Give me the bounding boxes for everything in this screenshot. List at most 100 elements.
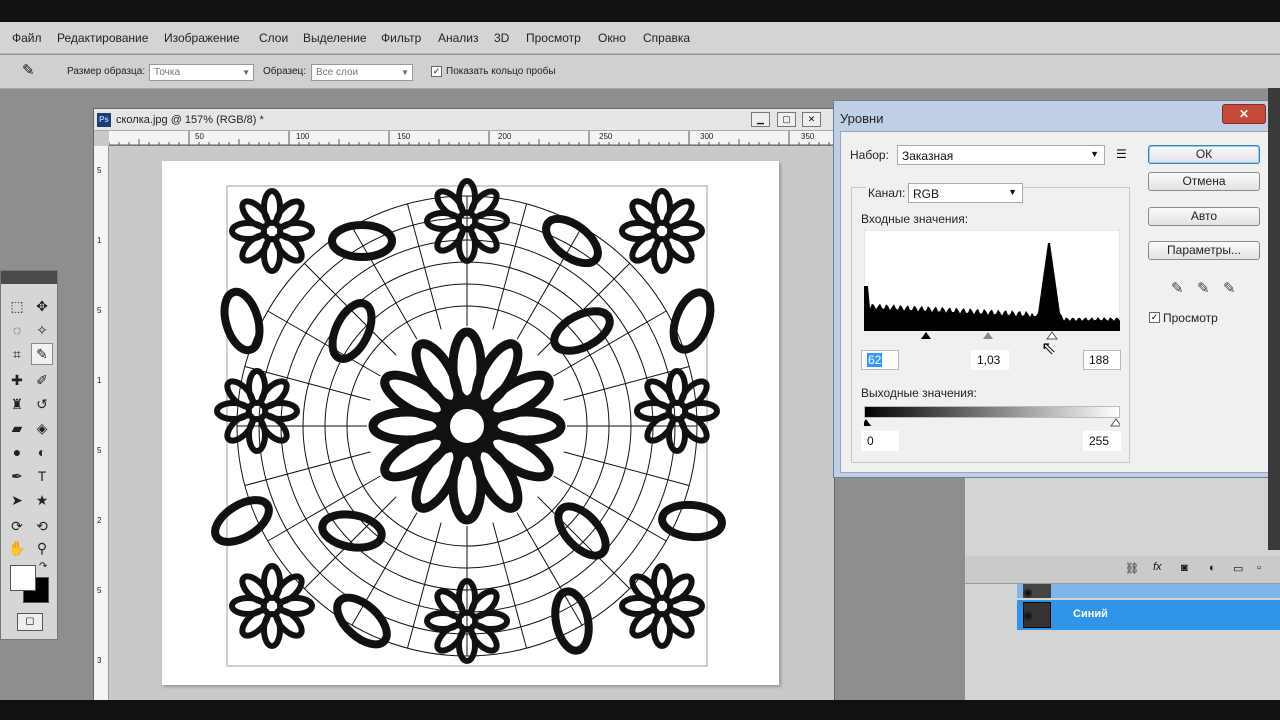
healing-brush-icon[interactable]: ✚	[6, 369, 28, 391]
input-white-field[interactable]: 188	[1083, 350, 1121, 370]
preset-label: Набор:	[850, 148, 889, 162]
layer-mask-icon[interactable]: ◙	[1181, 562, 1188, 574]
white-eyedropper-icon[interactable]: ✎	[1223, 279, 1236, 297]
black-eyedropper-icon[interactable]: ✎	[1171, 279, 1184, 297]
menu-select[interactable]: Выделение	[303, 31, 367, 45]
brush-tool-icon[interactable]: ✐	[31, 369, 53, 391]
output-white-value: 255	[1089, 434, 1110, 448]
layers-toolbar: ⛓ fx ◙ ◐ ▭ ▫	[965, 556, 1280, 584]
layer-row-partial[interactable]	[1017, 584, 1280, 598]
menu-layers[interactable]: Слои	[259, 31, 288, 45]
dialog-body: Набор: Заказная ▼ ☰ Канал: RGB ▼ Входные…	[840, 131, 1275, 473]
ruler-v-label: 5	[97, 166, 102, 175]
bucket-tool-icon[interactable]: ◈	[31, 417, 53, 439]
toolbox-header[interactable]	[1, 271, 57, 284]
eyedropper-icon[interactable]: ✎	[22, 61, 35, 79]
sample-select[interactable]: Все слои ▼	[311, 64, 413, 81]
menu-image[interactable]: Изображение	[164, 31, 240, 45]
close-button[interactable]: ✕	[1222, 104, 1266, 124]
adjustment-layer-icon[interactable]: ◐	[1209, 562, 1216, 574]
layer-style-icon[interactable]: fx	[1153, 561, 1162, 573]
black-point-slider[interactable]	[921, 332, 931, 339]
cancel-button[interactable]: Отмена	[1148, 172, 1260, 191]
crop-tool-icon[interactable]: ⌗	[6, 343, 28, 365]
3d-orbit-icon[interactable]: ⟲	[31, 515, 53, 537]
history-brush-icon[interactable]: ↺	[31, 393, 53, 415]
output-sliders[interactable]	[864, 418, 1120, 428]
visibility-eye-icon[interactable]: ◉	[1023, 586, 1033, 599]
pen-tool-icon[interactable]: ✒	[6, 465, 28, 487]
ruler-v-label: 5	[97, 586, 102, 595]
layer-row-blue[interactable]: Синий	[1017, 600, 1280, 630]
clone-stamp-icon[interactable]: ♜	[6, 393, 28, 415]
menu-file[interactable]: Файл	[12, 31, 42, 45]
new-group-icon[interactable]: ▭	[1233, 562, 1243, 575]
menu-view[interactable]: Просмотр	[526, 31, 581, 45]
output-black-field[interactable]: 0	[861, 431, 899, 451]
visibility-eye-icon[interactable]: ◉	[1023, 609, 1033, 622]
document-tab[interactable]: Ps сколка.jpg @ 157% (RGB/8) * ▁ ▢ ✕	[94, 109, 834, 131]
input-sliders[interactable]	[864, 330, 1120, 342]
layers-empty-area	[965, 630, 1280, 702]
ruler-v-label: 2	[97, 516, 102, 525]
marquee-tool-icon[interactable]: ⬚	[6, 295, 28, 317]
menu-analysis[interactable]: Анализ	[438, 31, 479, 45]
ruler-h-label: 150	[397, 132, 411, 141]
menu-3d[interactable]: 3D	[494, 31, 509, 45]
vertical-ruler: 5 1 5 1 5 2 5 3	[94, 146, 109, 701]
path-select-icon[interactable]: ➤	[6, 489, 28, 511]
image-canvas[interactable]	[162, 161, 779, 685]
eyedropper-tool-icon[interactable]: ✎	[31, 343, 53, 365]
move-tool-icon[interactable]: ✥	[31, 295, 53, 317]
blur-tool-icon[interactable]: ●	[6, 441, 28, 463]
photoshop-icon: Ps	[97, 113, 111, 127]
minimize-icon[interactable]: ▁	[751, 112, 770, 127]
output-white-slider[interactable]	[1110, 418, 1120, 427]
sample-size-select[interactable]: Точка ▼	[149, 64, 254, 81]
restore-icon[interactable]: ▢	[777, 112, 796, 127]
toolbox: ⬚ ✥ ◌ ✧ ⌗ ✎ ✚ ✐ ♜ ↺ ▰ ◈ ● ◐ ✒ T ➤ ★ ⟳ ⟲ …	[0, 270, 58, 640]
document-window: Ps сколка.jpg @ 157% (RGB/8) * ▁ ▢ ✕ 50 …	[93, 108, 835, 702]
menu-bar: Файл Редактирование Изображение Слои Выд…	[0, 22, 1280, 54]
output-white-field[interactable]: 255	[1083, 431, 1121, 451]
channel-select[interactable]: RGB ▼	[908, 183, 1023, 203]
menu-window[interactable]: Окно	[598, 31, 626, 45]
quick-mask-icon[interactable]: ◻	[17, 613, 43, 631]
ruler-h-label: 300	[700, 132, 714, 141]
zoom-tool-icon[interactable]: ⚲	[31, 537, 53, 559]
gray-eyedropper-icon[interactable]: ✎	[1197, 279, 1210, 297]
menu-edit[interactable]: Редактирование	[57, 31, 148, 45]
hand-tool-icon[interactable]: ✋	[6, 537, 28, 559]
preset-menu-icon[interactable]: ☰	[1116, 147, 1127, 161]
new-layer-icon[interactable]: ▫	[1257, 562, 1261, 574]
auto-button[interactable]: Авто	[1148, 207, 1260, 226]
ruler-ticks-h	[109, 131, 834, 146]
preset-select[interactable]: Заказная ▼	[897, 145, 1105, 165]
dodge-tool-icon[interactable]: ◐	[31, 441, 53, 463]
magic-wand-icon[interactable]: ✧	[31, 319, 53, 341]
menu-help[interactable]: Справка	[643, 31, 690, 45]
ruler-h-label: 250	[599, 132, 613, 141]
type-tool-icon[interactable]: T	[31, 465, 53, 487]
eraser-tool-icon[interactable]: ▰	[6, 417, 28, 439]
show-ring-checkbox[interactable]: ✓	[431, 66, 442, 77]
menu-filter[interactable]: Фильтр	[381, 31, 421, 45]
shape-tool-icon[interactable]: ★	[31, 489, 53, 511]
output-gradient	[864, 406, 1120, 418]
options-button[interactable]: Параметры...	[1148, 241, 1260, 260]
foreground-color-front	[10, 565, 36, 591]
ruler-v-label: 3	[97, 656, 102, 665]
preview-checkbox[interactable]: ✓	[1149, 312, 1160, 323]
swap-colors-icon[interactable]: ↷	[39, 561, 47, 572]
input-gamma-field[interactable]: 1,03	[971, 350, 1009, 370]
output-black-slider[interactable]	[864, 419, 871, 426]
3d-rotate-icon[interactable]: ⟳	[6, 515, 28, 537]
ok-button[interactable]: ОК	[1148, 145, 1260, 164]
lasso-tool-icon[interactable]: ◌	[6, 319, 28, 341]
close-icon[interactable]: ✕	[802, 112, 821, 127]
link-layers-icon[interactable]: ⛓	[1125, 562, 1139, 575]
gamma-slider[interactable]	[983, 332, 993, 339]
chevron-down-icon: ▼	[242, 68, 250, 77]
input-label: Входные значения:	[861, 212, 969, 226]
input-black-field[interactable]: 62	[861, 350, 899, 370]
